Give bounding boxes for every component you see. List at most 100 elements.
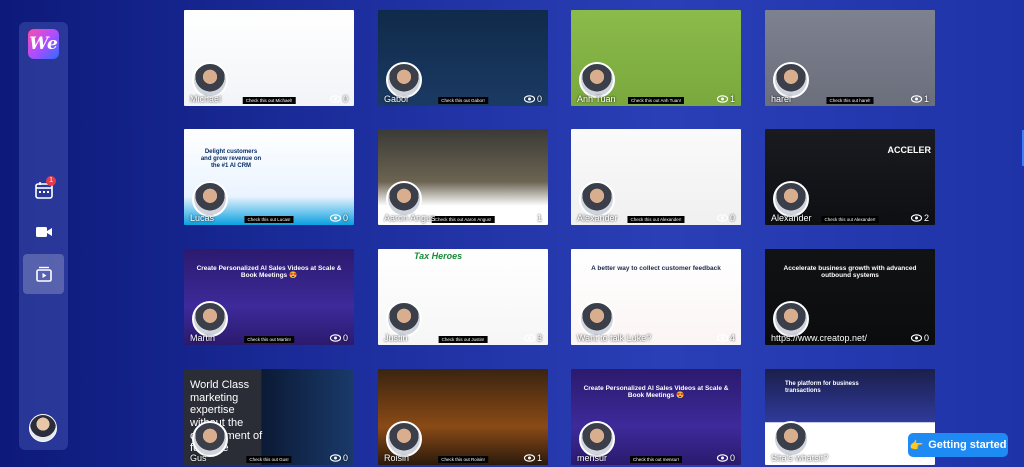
eye-icon bbox=[910, 95, 922, 103]
presenter-avatar bbox=[192, 301, 228, 337]
video-card[interactable]: Check this out Gabor! Gabor 0 bbox=[378, 10, 548, 106]
video-card[interactable]: Check this out Alexander! Alexander 0 bbox=[571, 129, 741, 225]
eye-icon bbox=[523, 95, 535, 103]
video-caption: Check this out Aaron Angus! bbox=[431, 216, 495, 223]
view-count: 1 bbox=[716, 94, 735, 104]
view-count: 0 bbox=[329, 333, 348, 343]
thumbnail-headline: Create Personalized AI Sales Videos at S… bbox=[583, 385, 729, 400]
presenter-avatar bbox=[579, 181, 615, 217]
video-card[interactable]: Accelerate business growth with advanced… bbox=[765, 249, 935, 345]
prospect-name: Michael bbox=[190, 94, 222, 104]
sidebar-item-library[interactable] bbox=[23, 254, 64, 294]
view-count-value: 0 bbox=[536, 94, 542, 104]
prospect-name: Martin bbox=[190, 333, 216, 343]
presenter-avatar bbox=[579, 62, 615, 98]
video-caption: Check this out Gus! bbox=[246, 456, 292, 463]
view-count-value: 1 bbox=[923, 94, 929, 104]
view-count: 1 bbox=[523, 213, 542, 223]
thumbnail-headline: A better way to collect customer feedbac… bbox=[591, 265, 721, 272]
prospect-name: Gabor bbox=[384, 94, 410, 104]
view-count: 1 bbox=[910, 94, 929, 104]
prospect-name: Justin bbox=[384, 333, 408, 343]
video-card[interactable]: Create Personalized AI Sales Videos at S… bbox=[571, 369, 741, 465]
view-count: 0 bbox=[716, 453, 735, 463]
presenter-avatar bbox=[773, 181, 809, 217]
video-caption: Check this out Lucas! bbox=[244, 216, 294, 223]
eye-icon bbox=[910, 334, 922, 342]
eye-icon bbox=[329, 95, 341, 103]
prospect-name: Anh Tuan bbox=[577, 94, 616, 104]
video-caption: Check this out Justin! bbox=[438, 336, 488, 343]
view-count: 0 bbox=[329, 213, 348, 223]
view-count: 0 bbox=[329, 453, 348, 463]
view-count-value: 0 bbox=[342, 333, 348, 343]
prospect-name: https://www.creatop.net/ bbox=[771, 333, 868, 343]
presenter-avatar bbox=[386, 62, 422, 98]
thumbnail-headline: Delight customers and grow revenue on th… bbox=[200, 149, 262, 169]
view-count-value: 0 bbox=[342, 453, 348, 463]
view-count-value: 3 bbox=[536, 333, 542, 343]
eye-icon bbox=[523, 454, 535, 462]
view-count-value: 2 bbox=[923, 213, 929, 223]
view-count-value: 0 bbox=[729, 213, 735, 223]
presenter-avatar bbox=[579, 421, 615, 457]
view-count-value: 1 bbox=[536, 453, 542, 463]
presenter-avatar bbox=[386, 301, 422, 337]
prospect-name: harel bbox=[771, 94, 792, 104]
video-card[interactable]: Tax Heroes Check this out Justin! Justin 3 bbox=[378, 249, 548, 345]
video-camera-icon bbox=[35, 227, 52, 237]
eye-icon bbox=[716, 214, 728, 222]
view-count-value: 1 bbox=[536, 213, 542, 223]
video-card[interactable]: ACCELER Check this out Alexander! Alexande… bbox=[765, 129, 935, 225]
thumbnail-headline: Accelerate business growth with advanced… bbox=[783, 265, 917, 280]
eye-icon bbox=[329, 214, 341, 222]
thumbnail-headline: Tax Heroes bbox=[414, 251, 463, 261]
eye-icon bbox=[523, 334, 535, 342]
view-count: 1 bbox=[523, 453, 542, 463]
prospect-name: Aaron Angus bbox=[384, 213, 436, 223]
video-card[interactable]: Check this out Roisin! Roisin 1 bbox=[378, 369, 548, 465]
video-caption: Check this out Gabor! bbox=[438, 97, 488, 104]
video-card[interactable]: A better way to collect customer feedbac… bbox=[571, 249, 741, 345]
eye-icon bbox=[523, 214, 535, 222]
video-card[interactable]: World Class marketing expertise without … bbox=[184, 369, 354, 465]
sidebar-item-calendar[interactable]: 1 bbox=[23, 170, 64, 210]
video-caption: Check this out Anh Tuan! bbox=[627, 97, 685, 104]
video-caption: Check this out mensur! bbox=[629, 456, 683, 463]
prospect-name: Sita's whatsit? bbox=[771, 453, 829, 463]
prospect-name: Lucas bbox=[190, 213, 215, 223]
video-card[interactable]: Delight customers and grow revenue on th… bbox=[184, 129, 354, 225]
video-card[interactable]: Check this out harel! harel 1 bbox=[765, 10, 935, 106]
getting-started-button[interactable]: 👉 Getting started bbox=[908, 433, 1008, 457]
presenter-avatar bbox=[773, 421, 809, 457]
video-card[interactable]: Create Personalized AI Sales Videos at S… bbox=[184, 249, 354, 345]
prospect-name: mensur bbox=[577, 453, 608, 463]
user-avatar[interactable] bbox=[29, 414, 57, 442]
view-count-value: 0 bbox=[342, 213, 348, 223]
getting-started-label: Getting started bbox=[928, 439, 1007, 451]
video-card[interactable]: Check this out Michael! Michael 0 bbox=[184, 10, 354, 106]
presenter-avatar bbox=[579, 301, 615, 337]
presenter-avatar bbox=[773, 62, 809, 98]
presenter-avatar bbox=[386, 421, 422, 457]
video-card[interactable]: Check this out Aaron Angus! Aaron Angus 1 bbox=[378, 129, 548, 225]
sidebar: We 1 bbox=[19, 22, 68, 450]
eye-icon bbox=[329, 334, 341, 342]
prospect-name: Want to talk Luke? bbox=[577, 333, 652, 343]
video-card[interactable]: Check this out Anh Tuan! Anh Tuan 1 bbox=[571, 10, 741, 106]
view-count-value: 4 bbox=[729, 333, 735, 343]
app-logo[interactable]: We bbox=[28, 29, 59, 59]
notification-badge: 1 bbox=[46, 176, 56, 186]
video-caption: Check this out harel! bbox=[826, 97, 874, 104]
video-library-icon bbox=[35, 266, 52, 282]
hand-icon: 👉 bbox=[909, 439, 924, 452]
video-caption: Check this out Roisin! bbox=[438, 456, 488, 463]
thumbnail-headline: The platform for business transactions bbox=[785, 381, 859, 394]
view-count: 0 bbox=[910, 333, 929, 343]
presenter-avatar bbox=[192, 421, 228, 457]
thumbnail-headline: Create Personalized AI Sales Videos at S… bbox=[196, 265, 342, 280]
view-count: 4 bbox=[716, 333, 735, 343]
presenter-avatar bbox=[773, 301, 809, 337]
sidebar-item-record[interactable] bbox=[23, 212, 64, 252]
eye-icon bbox=[716, 454, 728, 462]
